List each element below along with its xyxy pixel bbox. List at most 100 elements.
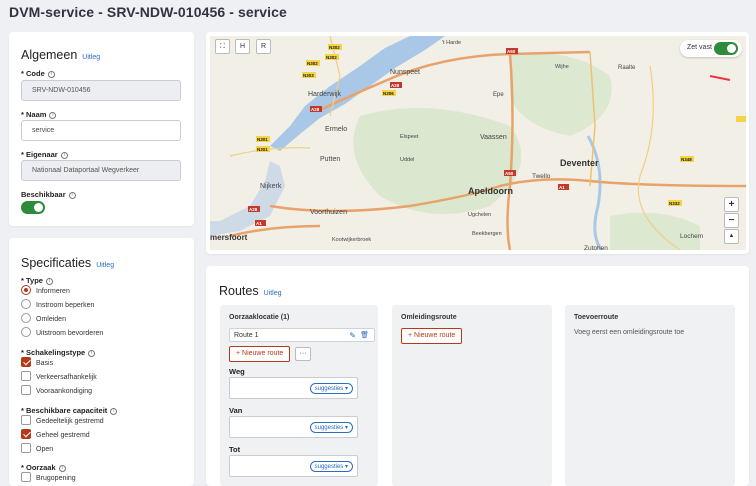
schakelingstype-label: * Schakelingstype i — [21, 348, 96, 357]
routes-help-link[interactable]: Uitleg — [264, 290, 282, 297]
schakeling-option-verkeersafhankelijk[interactable]: Verkeersafhankelijk — [21, 371, 97, 383]
oorzaak-label: * Oorzaak i — [21, 463, 66, 472]
capaciteit-option-geheel[interactable]: Geheel gestremd — [21, 429, 90, 441]
map-r-button[interactable]: R — [256, 39, 271, 54]
info-icon[interactable]: i — [60, 152, 68, 159]
oorzaaklocatie-column: Oorzaaklocatie (1) Route 1 ✎ 🗑 + Nieuwe … — [220, 305, 378, 486]
schakeling-option-vooraankondiging[interactable]: Vooraankondiging — [21, 385, 92, 397]
pencil-icon[interactable]: ✎ — [349, 331, 356, 340]
code-field: SRV-NDW-010456 — [21, 80, 181, 101]
toevoer-message: Voeg eerst een omleidingsroute toe — [574, 329, 685, 336]
omleidingsroute-header: Omleidingsroute — [401, 314, 457, 321]
beschikbaar-toggle[interactable] — [21, 201, 45, 214]
info-icon[interactable]: i — [68, 192, 76, 199]
zet-vast-control[interactable]: Zet vast — [680, 40, 742, 57]
checkbox-icon[interactable] — [21, 472, 31, 483]
svg-text:N332: N332 — [669, 201, 680, 206]
checkbox-checked-icon[interactable] — [21, 429, 31, 440]
svg-text:N302: N302 — [307, 61, 318, 66]
svg-text:A28: A28 — [391, 83, 400, 88]
compass-icon: ▲ — [728, 233, 735, 239]
omleidingsroute-column: Omleidingsroute + Nieuwe route — [392, 305, 552, 486]
trash-icon[interactable]: 🗑 — [360, 331, 369, 339]
svg-text:A28: A28 — [311, 107, 320, 112]
algemeen-help-link[interactable]: Uitleg — [82, 54, 100, 61]
routes-header: Routes Uitleg — [219, 282, 282, 300]
map-card: 't Harde Harderwijk Nunspeet Wijhe Raalt… — [206, 32, 749, 254]
svg-text:Twello: Twello — [532, 173, 551, 180]
svg-text:Nijkerk: Nijkerk — [260, 183, 282, 190]
capaciteit-option-open[interactable]: Open — [21, 443, 53, 455]
svg-text:Apeldoorn: Apeldoorn — [468, 186, 513, 196]
checkbox-icon[interactable] — [21, 443, 31, 454]
route-1-item[interactable]: Route 1 ✎ 🗑 — [229, 328, 375, 342]
info-icon[interactable]: i — [88, 350, 96, 357]
naam-field[interactable]: service — [21, 120, 181, 141]
info-icon[interactable]: i — [47, 71, 55, 78]
tot-suggesties-button[interactable]: suggesties ▾ — [309, 461, 353, 472]
info-icon[interactable]: i — [58, 465, 66, 472]
fullscreen-button[interactable]: ⛶ — [215, 39, 230, 54]
svg-text:N303: N303 — [303, 73, 314, 78]
info-icon[interactable]: i — [110, 408, 118, 415]
eigenaar-label: * Eigenaar i — [21, 150, 68, 159]
radio-selected-icon[interactable] — [21, 285, 31, 296]
naam-label: * Naam i — [21, 110, 57, 119]
checkbox-icon[interactable] — [21, 415, 31, 426]
svg-text:N301: N301 — [257, 137, 268, 142]
svg-text:Elspeet: Elspeet — [400, 134, 419, 140]
oorzaak-option-brugopening[interactable]: Brugopening — [21, 472, 76, 484]
type-option-informeren[interactable]: Informeren — [21, 285, 70, 297]
schakeling-option-basis[interactable]: Basis — [21, 357, 53, 369]
svg-text:A28: A28 — [249, 207, 258, 212]
svg-text:Voorthuizen: Voorthuizen — [310, 209, 347, 216]
tot-field[interactable]: suggesties ▾ — [229, 455, 358, 477]
specificaties-header: Specificaties Uitleg — [21, 254, 114, 272]
svg-text:A50: A50 — [505, 171, 514, 176]
new-omleiding-button[interactable]: + Nieuwe route — [401, 328, 463, 344]
svg-text:N302: N302 — [329, 45, 340, 50]
checkbox-icon[interactable] — [21, 385, 31, 396]
capaciteit-option-gedeeltelijk[interactable]: Gedeeltelijk gestremd — [21, 415, 104, 427]
type-option-omleiden[interactable]: Omleiden — [21, 313, 66, 325]
van-field[interactable]: suggesties ▾ — [229, 416, 358, 438]
more-options-button[interactable]: ··· — [295, 347, 311, 361]
svg-text:N348: N348 — [681, 157, 692, 162]
svg-text:Ugchelen: Ugchelen — [468, 212, 491, 218]
algemeen-card: Algemeen Uitleg * Code i SRV-NDW-010456 * … — [9, 32, 194, 226]
svg-text:Putten: Putten — [320, 156, 340, 163]
svg-text:A1: A1 — [559, 185, 565, 190]
radio-icon[interactable] — [21, 327, 31, 338]
algemeen-header: Algemeen Uitleg — [21, 46, 100, 64]
svg-text:N306: N306 — [383, 91, 394, 96]
type-option-uitstroom[interactable]: Uitstroom bevorderen — [21, 327, 103, 339]
type-option-instroom[interactable]: Instroom beperken — [21, 299, 94, 311]
weg-field[interactable]: suggesties ▾ — [229, 377, 358, 399]
zoom-out-button[interactable]: − — [724, 213, 739, 228]
van-suggesties-button[interactable]: suggesties ▾ — [309, 422, 353, 433]
checkbox-checked-icon[interactable] — [21, 357, 31, 368]
radio-icon[interactable] — [21, 313, 31, 324]
beschikbaar-label: Beschikbaar i — [21, 190, 76, 199]
zet-vast-toggle[interactable] — [714, 42, 738, 55]
toevoerroute-column: Toevoerroute Voeg eerst een omleidingsro… — [565, 305, 735, 486]
radio-icon[interactable] — [21, 299, 31, 310]
new-route-button[interactable]: + Nieuwe route — [229, 346, 291, 362]
expand-icon: ⛶ — [220, 43, 225, 50]
compass-button[interactable]: ▲ — [724, 229, 739, 244]
zet-vast-label: Zet vast — [687, 44, 712, 51]
svg-text:mersfoort: mersfoort — [210, 233, 248, 242]
zoom-in-button[interactable]: + — [724, 197, 739, 212]
weg-suggesties-button[interactable]: suggesties ▾ — [309, 383, 353, 394]
map-h-button[interactable]: H — [235, 39, 250, 54]
svg-text:Vaassen: Vaassen — [480, 134, 507, 141]
svg-text:Deventer: Deventer — [560, 158, 599, 168]
specificaties-heading: Specificaties — [21, 256, 92, 270]
svg-text:Beekbergen: Beekbergen — [472, 231, 502, 237]
info-icon[interactable]: i — [45, 278, 53, 285]
info-icon[interactable]: i — [49, 112, 57, 119]
map-canvas[interactable]: 't Harde Harderwijk Nunspeet Wijhe Raalt… — [210, 36, 746, 250]
specificaties-help-link[interactable]: Uitleg — [96, 262, 114, 269]
checkbox-icon[interactable] — [21, 371, 31, 382]
svg-text:Epe: Epe — [493, 92, 504, 98]
